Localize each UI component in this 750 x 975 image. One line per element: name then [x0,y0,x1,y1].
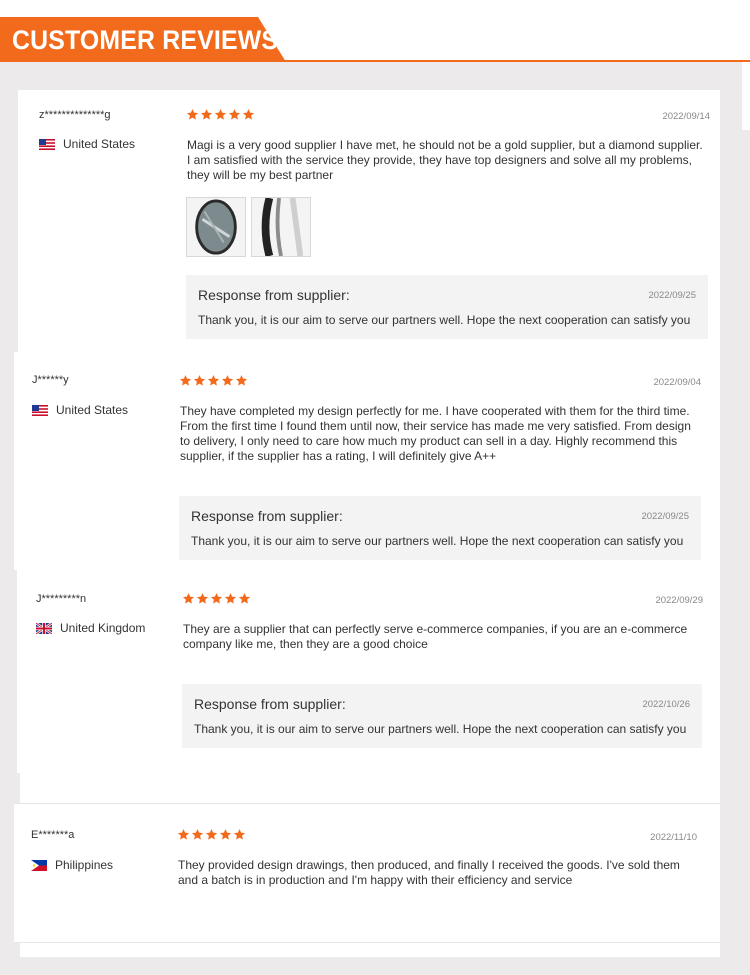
round-mirror-photo[interactable] [186,197,246,257]
star-icon [200,109,213,120]
reviewer-name: E*******a [31,829,75,841]
response-text: Thank you, it is our aim to serve our pa… [198,313,691,327]
side-strip [742,62,750,130]
reviewer-country: United States [39,137,135,151]
us-flag-icon [39,138,55,150]
country-label: United Kingdom [60,621,146,635]
star-icon [235,375,248,386]
reviewer-name: J******y [32,374,69,386]
supplier-response: Response from supplier: 2022/10/26 Thank… [182,684,702,748]
reviewer-name: J*********n [36,593,87,605]
star-icon [182,593,195,604]
response-date: 2022/09/25 [641,511,689,522]
rating-stars [186,108,255,121]
star-icon [224,593,237,604]
rating-stars [179,374,248,387]
star-icon [228,109,241,120]
star-icon [191,829,204,840]
header-underline [0,60,750,62]
review-text: They are a supplier that can perfectly s… [183,622,688,651]
star-icon [242,109,255,120]
us-flag-icon [32,404,48,416]
supplier-response: Response from supplier: 2022/09/25 Thank… [179,496,701,560]
reviewer-country: United Kingdom [36,621,145,635]
page-title: CUSTOMER REVIEWS [12,25,279,55]
review-text: They provided design drawings, then prod… [178,858,680,887]
panel-spacer [20,773,720,803]
review-date: 2022/09/29 [655,595,703,606]
star-icon [179,375,192,386]
review-card: z**************g United States 2022/09/1… [18,90,720,352]
supplier-response: Response from supplier: 2022/09/25 Thank… [186,275,708,339]
response-title: Response from supplier: [198,287,350,303]
review-images [186,197,311,257]
response-text: Thank you, it is our aim to serve our pa… [194,722,687,736]
rating-stars [177,828,246,841]
response-date: 2022/10/26 [642,699,690,710]
star-icon [186,109,199,120]
review-text: Magi is a very good supplier I have met,… [187,138,703,182]
star-icon [177,829,190,840]
review-date: 2022/09/14 [662,111,710,122]
star-icon [238,593,251,604]
star-icon [233,829,246,840]
reviewer-country: United States [32,403,128,417]
response-text: Thank you, it is our aim to serve our pa… [191,534,684,548]
mirror-frame-photo[interactable] [251,197,311,257]
review-text: They have completed my design perfectly … [180,404,691,463]
country-label: United States [63,137,136,151]
star-icon [205,829,218,840]
country-label: United States [56,403,129,417]
star-icon [193,375,206,386]
review-date: 2022/11/10 [650,832,697,843]
response-title: Response from supplier: [191,508,343,524]
review-date: 2022/09/04 [653,377,701,388]
review-card: J*********n United Kingdom 2022/09/29 Th… [17,570,720,773]
panel-footer [20,943,720,957]
country-label: Philippines [55,858,114,872]
reviewer-name: z**************g [39,109,111,121]
star-icon [210,593,223,604]
ph-flag-icon [31,859,47,871]
rating-stars [182,592,251,605]
uk-flag-icon [36,622,52,634]
reviewer-country: Philippines [31,858,113,872]
star-icon [219,829,232,840]
star-icon [214,109,227,120]
star-icon [221,375,234,386]
star-icon [207,375,220,386]
review-card: E*******a Philippines 2022/11/10 They pr… [14,804,720,942]
response-date: 2022/09/25 [648,290,696,301]
review-card: J******y United States 2022/09/04 They h… [14,352,720,570]
star-icon [196,593,209,604]
response-title: Response from supplier: [194,696,346,712]
